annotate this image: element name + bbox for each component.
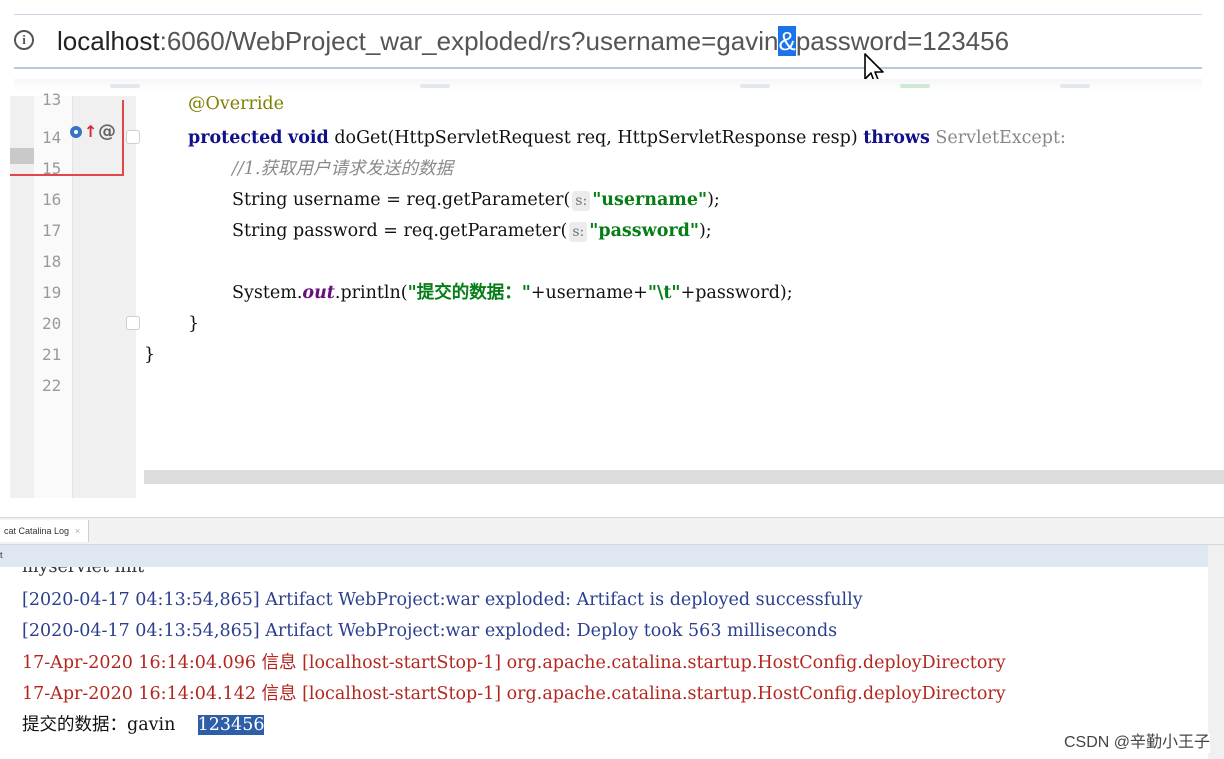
code-line-21: } [144,343,155,367]
close-tab-icon[interactable]: × [75,526,80,536]
code-line-15: //1.获取用户请求发送的数据 [232,157,453,181]
line-number: 16 [42,190,62,209]
annotation-override: @Override [188,94,284,114]
method-signature: doGet(HttpServletRequest req, HttpServle… [328,128,864,148]
console-line: 17-Apr-2020 16:14:04.096 信息 [localhost-s… [22,653,1006,673]
code-line-17: String password = req.getParameter(s: "pa… [232,219,712,243]
tab-catalina-log[interactable]: cat Catalina Log × [0,520,90,542]
watermark: CSDN @辛勤小王子 [1063,733,1210,753]
string-literal: "提交的数据：" [407,283,531,303]
override-method-icon[interactable] [70,126,82,138]
blurred-toolbar [14,79,1202,91]
keyword-void: void [288,128,329,148]
code-text: System. [232,283,303,303]
site-info-icon[interactable]: i [14,30,34,50]
code-comment: //1.获取用户请求发送的数据 [232,159,453,179]
blurred-toolbar-item [420,84,450,88]
go-to-super-arrow-icon[interactable]: ↑ [84,122,97,142]
console-line: [2020-04-17 04:13:54,865] Artifact WebPr… [22,621,838,641]
code-line-14: protected void doGet(HttpServletRequest … [188,126,1066,150]
console-line: myservlet init [22,567,145,577]
line-number: 21 [42,345,62,364]
line-number: 19 [42,283,62,302]
code-text: ); [707,190,720,210]
keyword-throws: throws [863,128,930,148]
url-host: localhost [57,26,160,56]
code-text: +username+ [530,283,648,303]
fold-toggle-icon[interactable] [126,130,140,144]
console-line: [2020-04-17 04:13:54,865] Artifact WebPr… [22,590,863,610]
console-output-line: 提交的数据：gavin 123456 [22,713,265,737]
annotation-at-icon: @ [98,121,116,142]
fold-toggle-icon[interactable] [126,316,140,330]
string-literal: "password" [589,221,699,241]
string-literal: "\t" [647,283,681,303]
output-label: 提交的数据：gavin [22,715,176,735]
line-number: 22 [42,376,62,395]
closing-brace: } [144,345,156,365]
url-path: :6060/WebProject_war_exploded/rs?usernam… [159,26,779,56]
code-text: .println( [334,283,408,303]
code-text: String username = req.getParameter( [232,190,571,210]
code-line-16: String username = req.getParameter(s: "us… [232,188,720,212]
blurred-toolbar-item [900,84,930,88]
blurred-toolbar-item [1060,84,1090,88]
console-scrollbar[interactable] [1208,545,1224,759]
url-selected-ampersand: & [778,26,796,56]
line-number: 20 [42,314,62,333]
static-field-out: out [302,283,335,303]
address-bar[interactable]: i localhost:6060/WebProject_war_exploded… [14,14,1202,85]
parameter-hint: s: [569,222,588,242]
blurred-toolbar-item [110,84,140,88]
console-output[interactable]: myservlet init [2020-04-17 04:13:54,865]… [0,567,1208,759]
line-number: 18 [42,252,62,271]
exception-type: ServletExcept: [929,128,1066,148]
url-query-tail: password=123456 [795,26,1010,56]
editor-horizontal-scrollbar[interactable] [144,470,1224,484]
blurred-toolbar-item [740,84,770,88]
selected-password-text: 123456 [197,715,265,735]
scrollbar-thumb[interactable] [144,470,1224,484]
code-line-20: } [188,312,199,336]
code-text: ); [698,221,712,241]
code-line-13: @Override [188,92,284,116]
console-header: t [0,545,1208,568]
console-line: 17-Apr-2020 16:14:04.142 信息 [localhost-s… [22,684,1006,704]
closing-brace: } [188,314,200,334]
console-header-label: t [0,550,3,560]
code-editor[interactable]: 13 14 15 16 17 18 19 20 21 22 ↑ @ @Overr… [10,90,1224,498]
code-line-19: System.out.println("提交的数据："+username+"\t… [232,281,793,305]
keyword-protected: protected [188,128,283,148]
tab-label: cat Catalina Log [4,526,70,536]
code-text: +password); [680,283,793,303]
code-text: String password = req.getParameter( [232,221,568,241]
string-literal: "username" [592,190,708,210]
parameter-hint: s: [572,191,591,211]
tool-window-tabbar: cat Catalina Log × [0,517,1224,545]
line-number: 17 [42,221,62,240]
